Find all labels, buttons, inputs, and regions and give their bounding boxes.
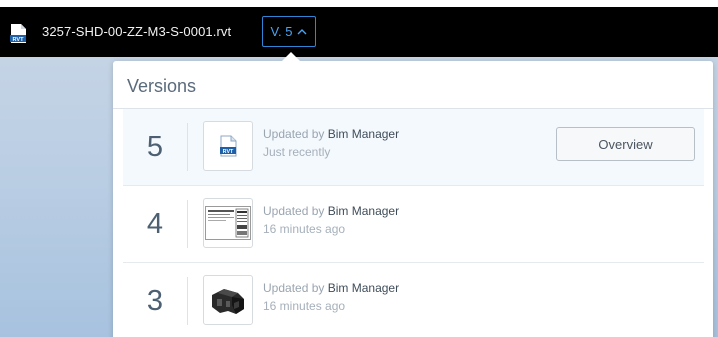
version-meta: Updated by Bim Manager Just recently [263,125,399,161]
updated-by-label: Updated by [263,204,325,218]
version-thumbnail[interactable] [203,275,253,325]
version-thumbnail[interactable]: RVT [203,121,253,171]
top-strip [0,0,718,7]
version-number: 5 [146,130,164,163]
updated-time: Just recently [263,145,331,159]
chevron-up-icon [297,29,307,35]
version-thumbnail[interactable] [203,198,253,248]
updated-by-user: Bim Manager [327,204,400,218]
version-row-3[interactable]: 3 Updated by Bim Manager 16 minutes ago [123,263,704,337]
top-bar: RVT 3257-SHD-00-ZZ-M3-S-0001.rvt V. 5 [0,7,718,57]
updated-by-label: Updated by [263,127,325,141]
thumbnail-icon-label: RVT [223,149,234,155]
version-meta: Updated by Bim Manager 16 minutes ago [263,202,399,238]
updated-time: 16 minutes ago [263,299,346,313]
row-divider [187,123,188,171]
3d-model-thumbnail [212,289,244,314]
drawing-sheet-thumbnail [205,206,251,240]
version-dropdown-button[interactable]: V. 5 [262,16,316,47]
version-row-5[interactable]: 5 RVT Updated by Bim Manager Just recent… [123,109,704,185]
file-name: 3257-SHD-00-ZZ-M3-S-0001.rvt [42,24,232,39]
updated-time: 16 minutes ago [263,222,346,236]
popover-pointer [281,52,301,62]
rvt-file-icon: RVT [10,24,26,43]
version-number: 4 [146,207,164,240]
version-row-4[interactable]: 4 Updated by Bim Manager 16 minutes ago [123,186,704,262]
row-divider [187,277,188,325]
version-meta: Updated by Bim Manager 16 minutes ago [263,279,399,315]
panel-title: Versions [127,76,197,96]
updated-by-user: Bim Manager [327,127,400,141]
file-icon-label: RVT [12,37,24,43]
updated-by-label: Updated by [263,281,325,295]
version-number: 3 [146,284,164,317]
rvt-file-icon: RVT [220,135,237,157]
updated-by-user: Bim Manager [327,281,400,295]
version-label: V. 5 [270,24,293,39]
row-divider [187,200,188,248]
overview-button[interactable]: Overview [556,127,695,161]
versions-panel: Versions 5 RVT Updated by Bim Manager Ju… [113,61,713,337]
